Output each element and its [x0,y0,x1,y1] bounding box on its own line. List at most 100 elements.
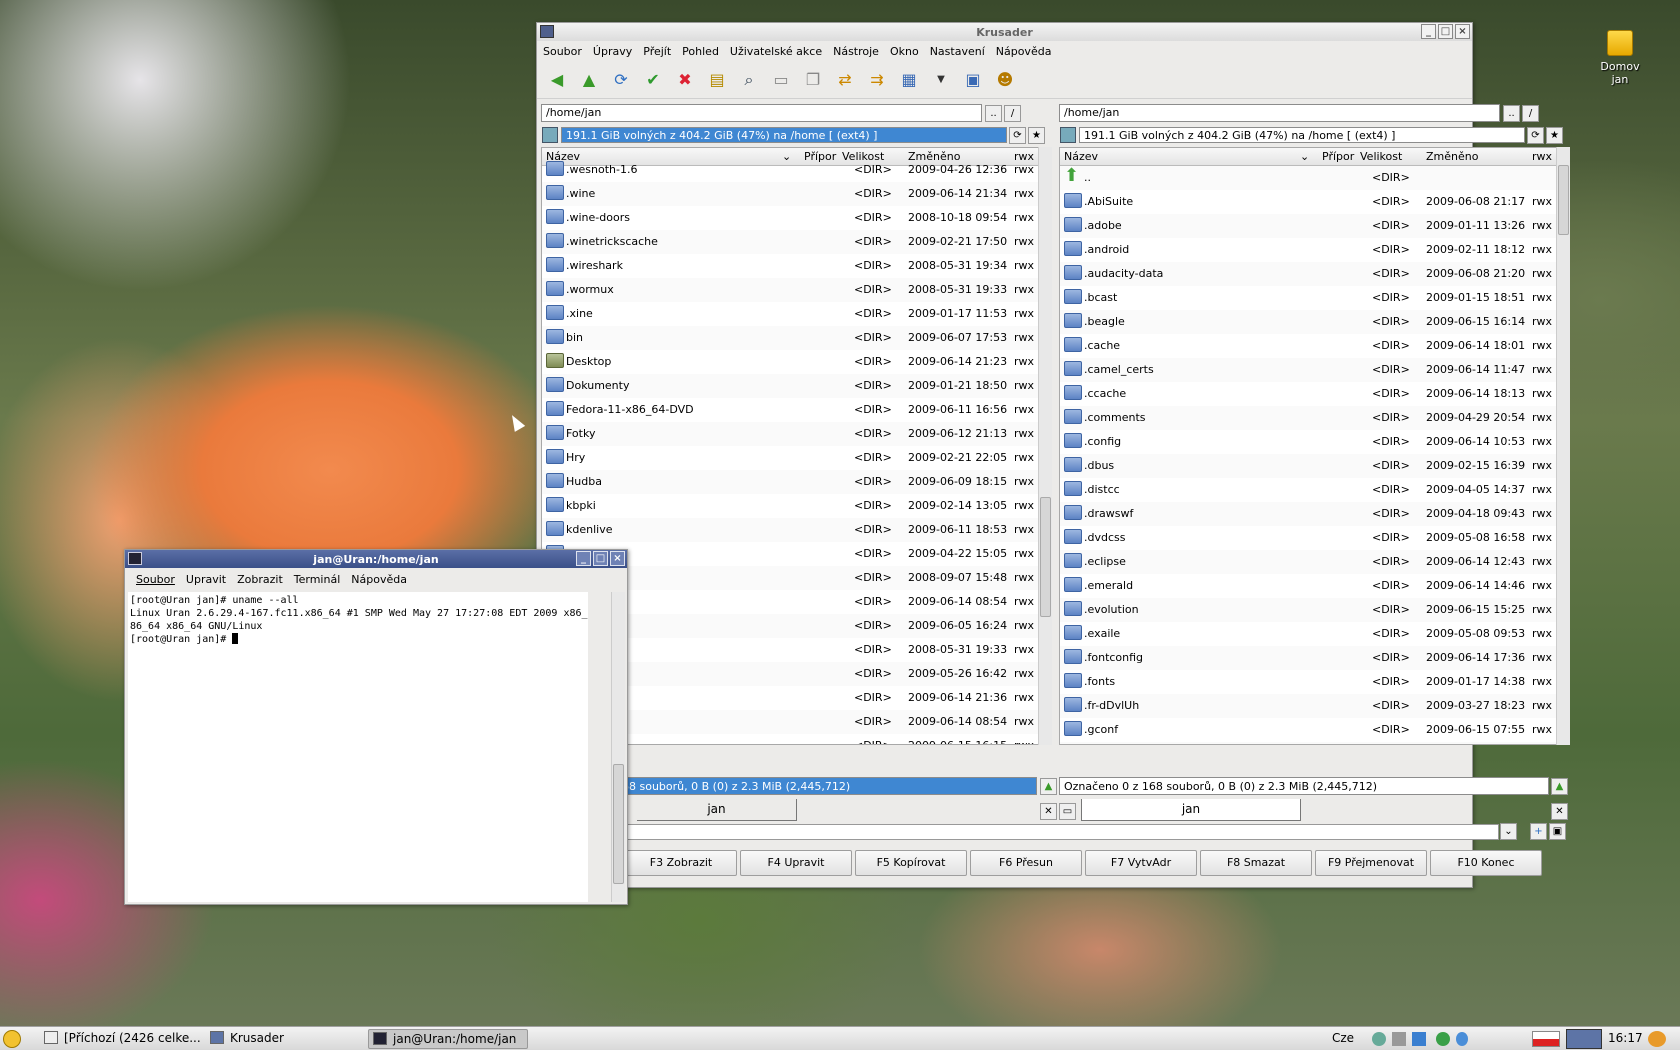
menu-soubor[interactable]: Soubor [136,573,175,586]
menu-soubor[interactable]: Soubor [543,45,582,58]
f9-rename-button[interactable]: F9 Přejmenovat [1315,850,1427,876]
file-row[interactable]: .eclipse <DIR> 2009-06-14 12:43 rwx [1060,550,1556,574]
terminal-titlebar[interactable]: jan@Uran:/home/jan _ □ × [125,550,627,568]
terminal-output[interactable]: [root@Uran jan]# uname --all Linux Uran 2… [128,592,588,902]
right-scroll-thumb[interactable] [1558,165,1569,235]
clock[interactable]: 16:17 [1604,1029,1647,1049]
file-row[interactable]: .cache <DIR> 2009-06-14 18:01 rwx [1060,334,1556,358]
right-file-panel[interactable]: Název ⌄ Přípor Velikost Změněno rwx ⬆ ..… [1059,147,1557,745]
right-root-button[interactable]: / [1522,105,1539,122]
left-bookmarks-icon[interactable]: ★ [1028,127,1045,144]
right-close-tab-icon[interactable]: ✕ [1551,803,1568,820]
file-row[interactable]: .wormux <DIR> 2008-05-31 19:33 rwx [542,278,1038,302]
compare-icon[interactable]: ❐ [801,68,825,92]
file-row[interactable]: .fontconfig <DIR> 2009-06-14 17:36 rwx [1060,646,1556,670]
menu-terminal[interactable]: Terminál [294,573,341,586]
search-icon[interactable]: ⌕ [737,68,761,92]
taskbar-krusader[interactable]: Krusader [206,1029,288,1049]
terminal-app-icon[interactable] [128,552,142,565]
add-icon[interactable]: + [1530,823,1547,840]
file-row[interactable]: .fr-dDvlUh <DIR> 2009-03-27 18:23 rwx [1060,694,1556,718]
maximize-button[interactable]: □ [1438,24,1453,39]
network-icon[interactable]: ▦ [897,68,921,92]
file-row[interactable]: .audacity-data <DIR> 2009-06-08 21:20 rwx [1060,262,1556,286]
file-row[interactable]: kdenlive <DIR> 2009-06-11 18:53 rwx [542,518,1038,542]
file-row[interactable]: Hudba <DIR> 2009-06-09 18:15 rwx [542,470,1038,494]
keyboard-layout[interactable]: Cze [1328,1029,1358,1049]
right-up-panel-icon[interactable]: ▲ [1551,778,1568,795]
back-icon[interactable]: ◀ [545,68,569,92]
left-scroll-thumb[interactable] [1040,497,1051,617]
tray-check-icon[interactable] [1436,1032,1450,1046]
root-user-icon[interactable]: ☻ [993,68,1017,92]
tray-disk-icon[interactable] [1392,1032,1406,1046]
file-row[interactable]: .camel_certs <DIR> 2009-06-14 11:47 rwx [1060,358,1556,382]
left-tab[interactable]: jan [637,799,797,821]
f5-copy-button[interactable]: F5 Kopírovat [855,850,967,876]
menu-user-actions[interactable]: Uživatelské akce [730,45,822,58]
file-row[interactable]: Fedora-11-x86_64-DVD <DIR> 2009-06-11 16:5… [542,398,1038,422]
menu-okno[interactable]: Okno [890,45,919,58]
f3-view-button[interactable]: F3 Zobrazit [625,850,737,876]
left-bookmark-icon[interactable]: .. [985,105,1002,122]
col-ext[interactable]: Přípor [1322,150,1354,163]
file-row[interactable]: bin <DIR> 2009-06-07 17:53 rwx [542,326,1038,350]
right-media-icon[interactable] [1060,127,1076,143]
file-row[interactable]: .evolution <DIR> 2009-06-15 15:25 rwx [1060,598,1556,622]
file-row[interactable]: kbpki <DIR> 2009-02-14 13:05 rwx [542,494,1038,518]
krusader-titlebar[interactable]: Krusader _ □ × [537,23,1472,41]
right-refresh-icon[interactable]: ⟳ [1527,127,1544,144]
left-scrollbar[interactable] [1038,147,1052,745]
tray-weather-icon[interactable] [1648,1031,1666,1047]
left-path-input[interactable]: /home/jan [541,104,982,122]
pack-icon[interactable]: ⇉ [865,68,889,92]
file-row[interactable]: .dbus <DIR> 2009-02-15 16:39 rwx [1060,454,1556,478]
col-modified[interactable]: Změněno [1426,150,1478,163]
file-row[interactable]: Dokumenty <DIR> 2009-01-21 18:50 rwx [542,374,1038,398]
right-new-tab-icon[interactable]: ▭ [1059,803,1076,820]
new-file-icon[interactable]: ▭ [769,68,793,92]
menu-zobrazit[interactable]: Zobrazit [237,573,283,586]
menu-upravit[interactable]: Upravit [186,573,226,586]
file-row[interactable]: .ccache <DIR> 2009-06-14 18:13 rwx [1060,382,1556,406]
col-name[interactable]: Název [1064,150,1098,163]
file-row[interactable]: .emerald <DIR> 2009-06-14 14:46 rwx [1060,574,1556,598]
right-scrollbar[interactable] [1556,147,1570,745]
minimize-button[interactable]: _ [576,551,591,566]
left-media-icon[interactable] [542,127,558,143]
file-row[interactable]: .dvdcss <DIR> 2009-05-08 16:58 rwx [1060,526,1556,550]
file-row[interactable]: .comments <DIR> 2009-04-29 20:54 rwx [1060,406,1556,430]
command-history-icon[interactable]: ⌄ [1500,823,1517,840]
f10-quit-button[interactable]: F10 Konec [1430,850,1542,876]
file-row[interactable]: Hry <DIR> 2009-02-21 22:05 rwx [542,446,1038,470]
left-root-button[interactable]: / [1004,105,1021,122]
file-row[interactable]: .wireshark <DIR> 2008-05-31 19:34 rwx [542,254,1038,278]
file-row[interactable]: .adobe <DIR> 2009-01-11 13:26 rwx [1060,214,1556,238]
minimize-button[interactable]: _ [1421,24,1436,39]
right-tab[interactable]: jan [1081,799,1301,821]
file-row[interactable]: .gconfd<DIR>2009-06-15 16:17rwx [1060,742,1556,744]
tray-network-icon[interactable] [1372,1032,1386,1046]
file-row[interactable]: .fonts <DIR> 2009-01-17 14:38 rwx [1060,670,1556,694]
unselect-icon[interactable]: ✖ [673,68,697,92]
file-row[interactable]: Desktop <DIR> 2009-06-14 21:23 rwx [542,350,1038,374]
f6-move-button[interactable]: F6 Přesun [970,850,1082,876]
file-row[interactable]: .android <DIR> 2009-02-11 18:12 rwx [1060,238,1556,262]
taskbar-terminal[interactable]: jan@Uran:/home/jan [368,1029,528,1049]
tray-flag-icon[interactable] [1532,1031,1560,1047]
menu-napoveda[interactable]: Nápověda [996,45,1052,58]
left-close-tab-icon[interactable]: ✕ [1040,803,1057,820]
terminal-emulator-icon[interactable]: ▣ [1549,823,1566,840]
menu-pohled[interactable]: Pohled [682,45,719,58]
file-row[interactable]: .AbiSuite <DIR> 2009-06-08 21:17 rwx [1060,190,1556,214]
select-all-icon[interactable]: ✔ [641,68,665,92]
tray-drop-icon[interactable] [1456,1032,1468,1046]
file-row[interactable]: .config <DIR> 2009-06-14 10:53 rwx [1060,430,1556,454]
file-row[interactable]: Fotky <DIR> 2009-06-12 21:13 rwx [542,422,1038,446]
file-row[interactable]: .xine <DIR> 2009-01-17 11:53 rwx [542,302,1038,326]
close-button[interactable]: × [1455,24,1470,39]
file-row[interactable]: .wine <DIR> 2009-06-14 21:34 rwx [542,182,1038,206]
taskbar-mail[interactable]: [Příchozí (2426 celke... [40,1029,205,1049]
file-row[interactable]: .distcc <DIR> 2009-04-05 14:37 rwx [1060,478,1556,502]
menu-upravy[interactable]: Úpravy [593,45,632,58]
